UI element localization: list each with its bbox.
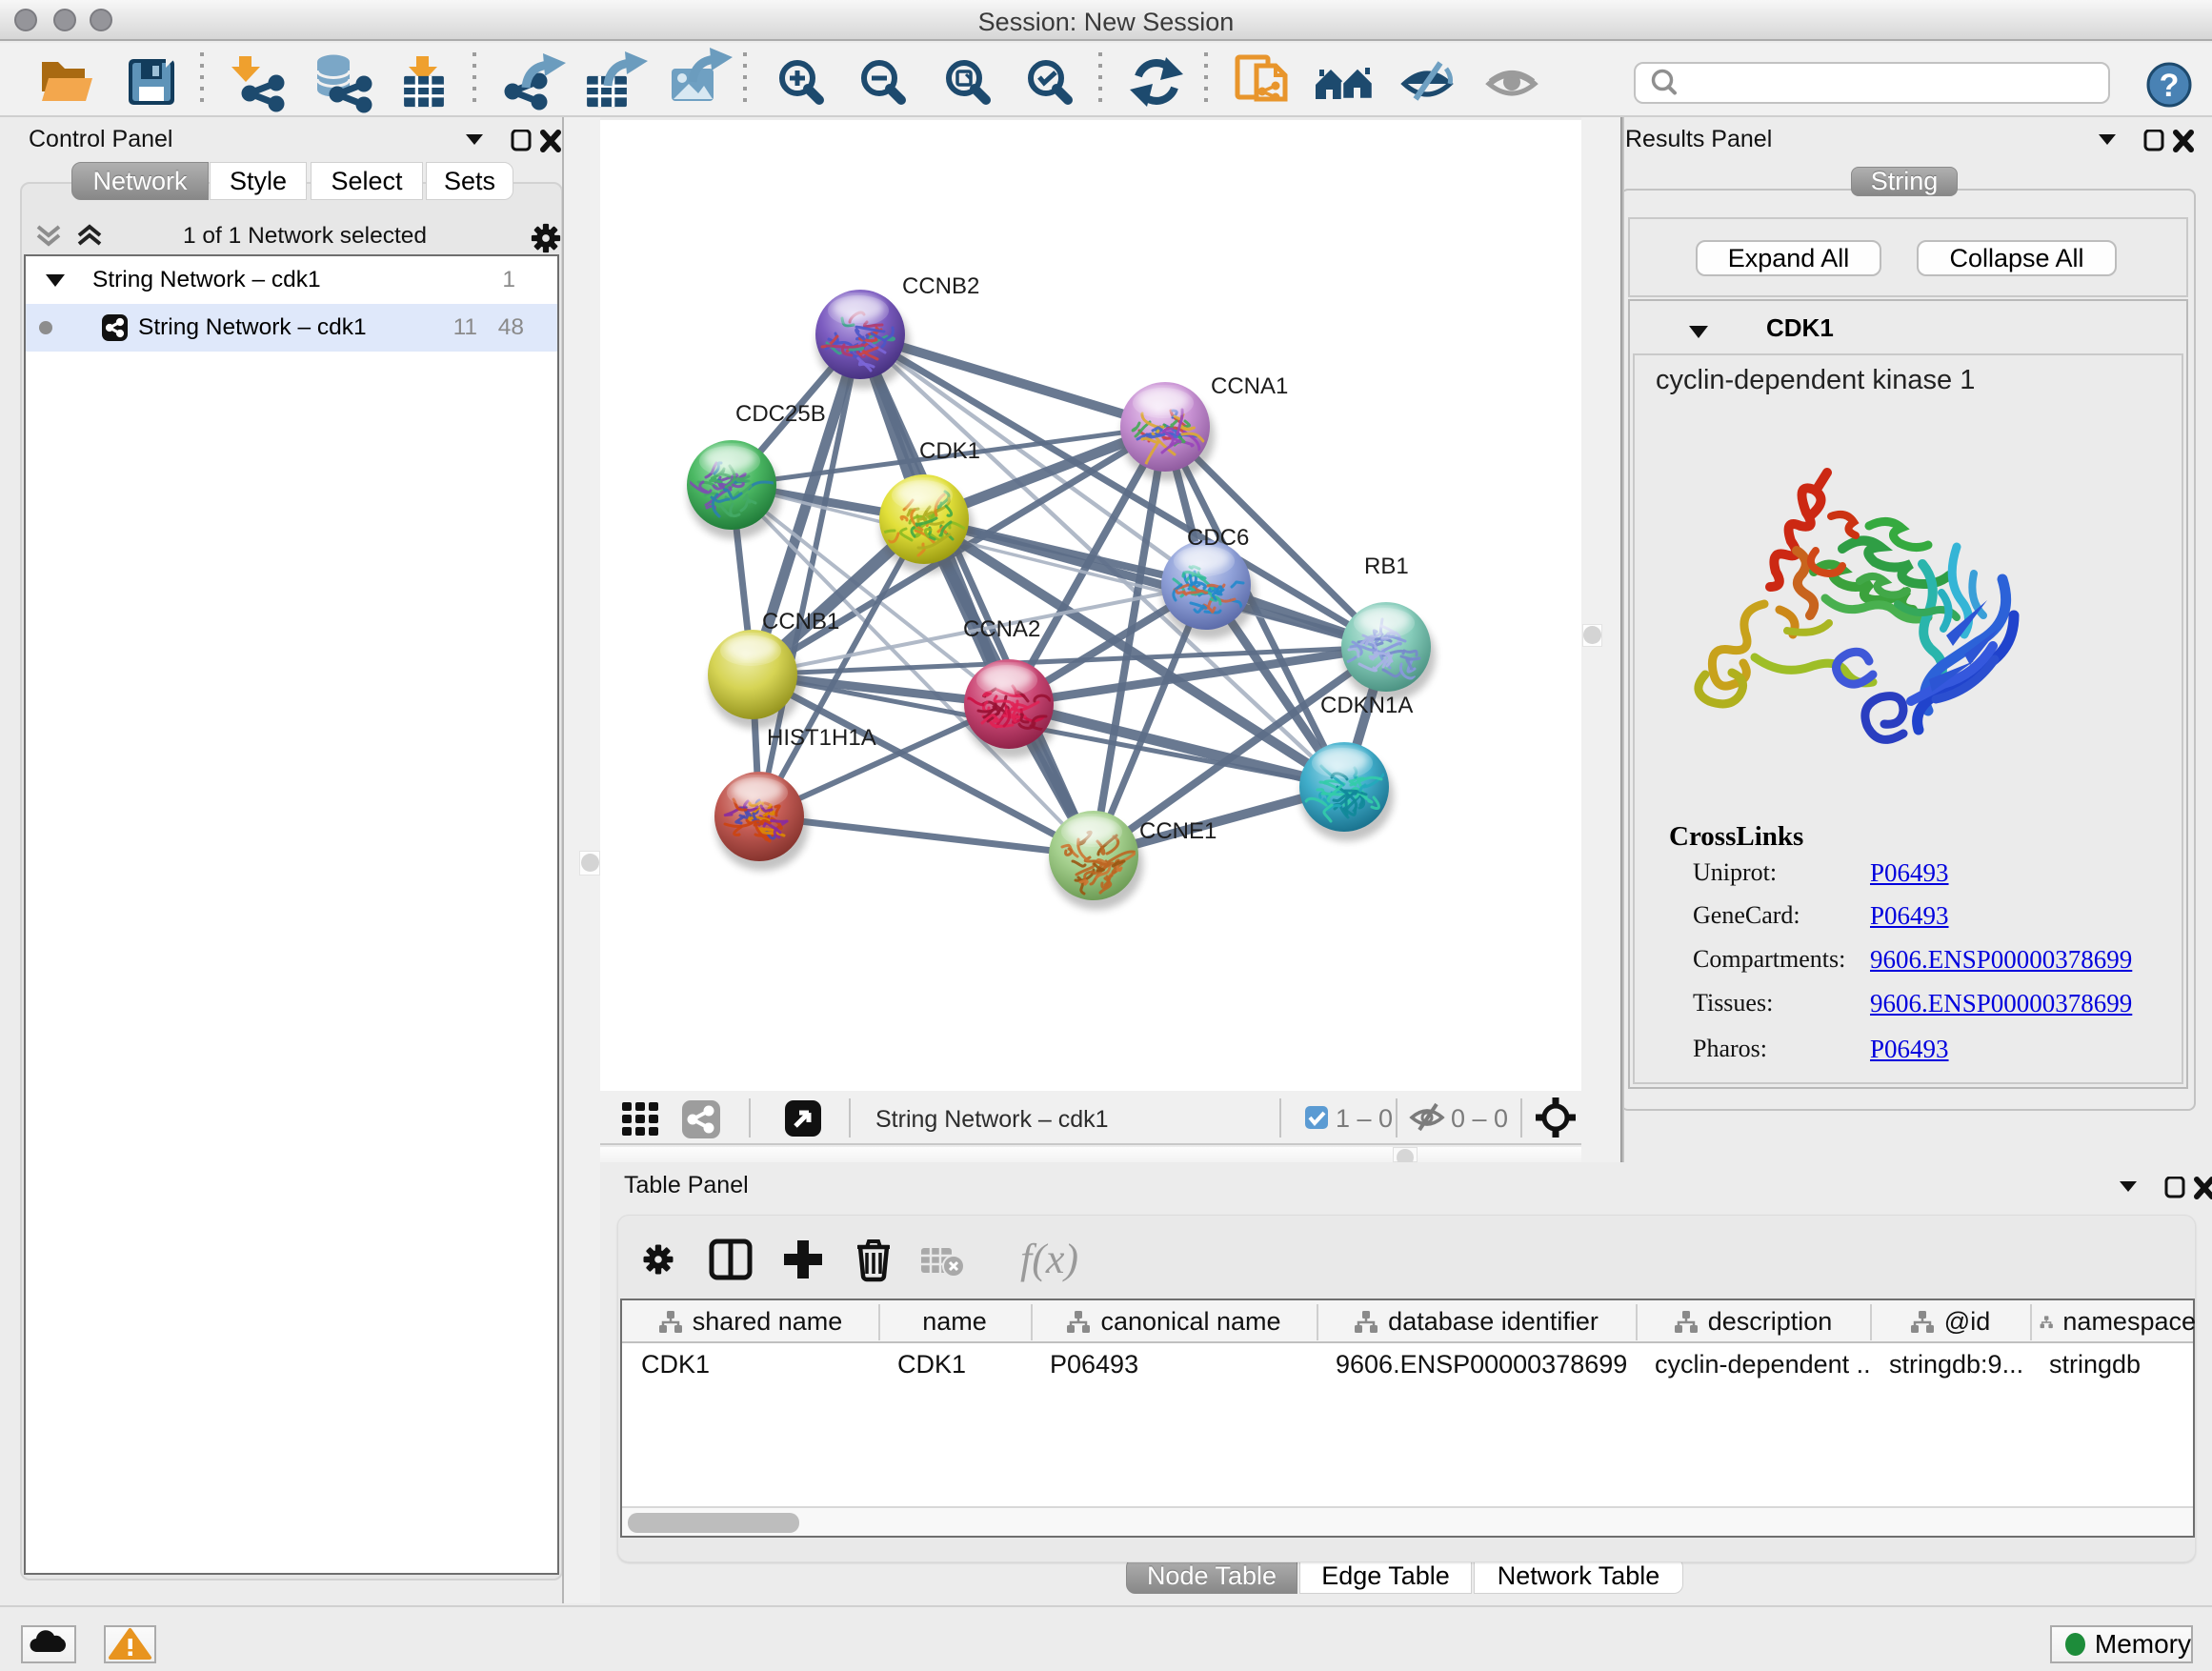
svg-text:CDK1: CDK1	[919, 438, 980, 464]
svg-text:CDKN1A: CDKN1A	[1320, 693, 1413, 718]
svg-text:f(x): f(x)	[1020, 1236, 1078, 1282]
svg-text:CCNA2: CCNA2	[963, 616, 1040, 642]
svg-text:CDC6: CDC6	[1187, 525, 1249, 551]
svg-text:CCNA1: CCNA1	[1211, 373, 1288, 399]
svg-text:String Network – cdk1: String Network – cdk1	[875, 1106, 1109, 1133]
svg-text:CCNE1: CCNE1	[1139, 818, 1217, 844]
svg-text:HIST1H1A: HIST1H1A	[767, 725, 876, 751]
svg-text:CCNB2: CCNB2	[902, 273, 979, 299]
svg-text:RB1: RB1	[1364, 554, 1409, 579]
svg-text:CDC25B: CDC25B	[735, 401, 826, 427]
svg-text:?: ?	[2160, 68, 2180, 104]
svg-text:CCNB1: CCNB1	[762, 609, 839, 634]
svg-text:1 – 0: 1 – 0	[1336, 1104, 1393, 1133]
svg-text:0 – 0: 0 – 0	[1451, 1104, 1508, 1133]
